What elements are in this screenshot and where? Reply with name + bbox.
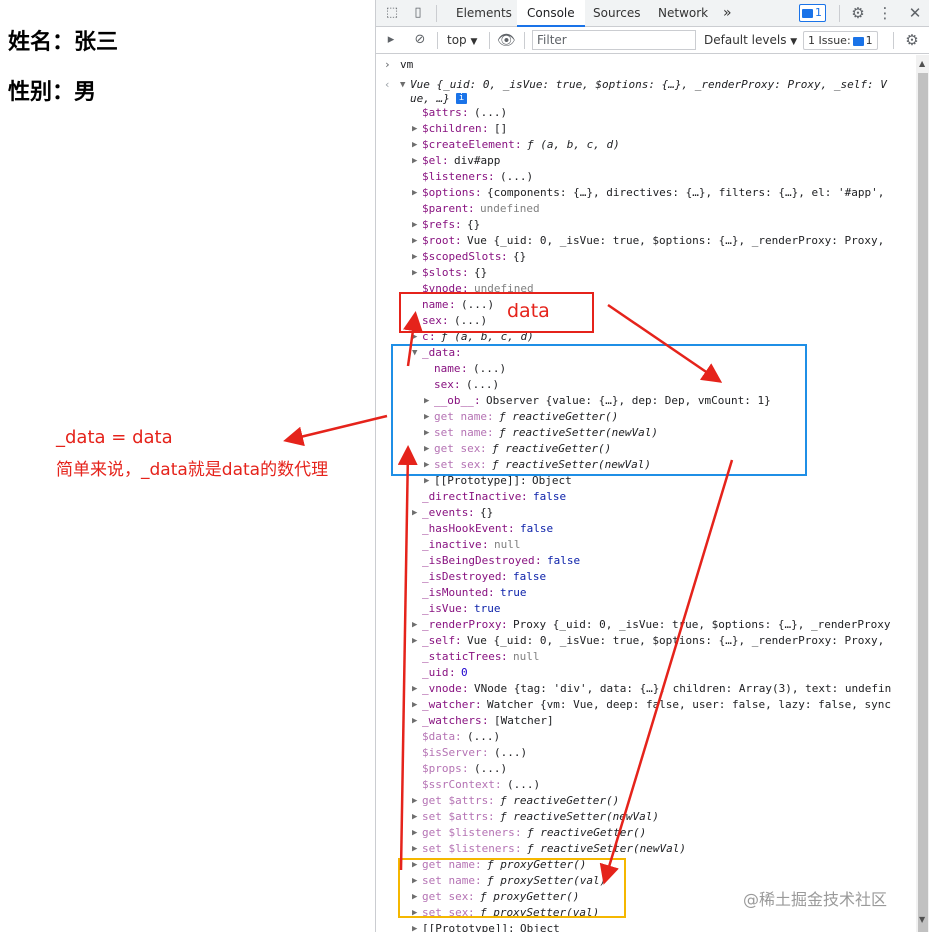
arrow-to-equation bbox=[283, 414, 388, 447]
arrow-up-to-name bbox=[403, 311, 423, 367]
annotation-arrows bbox=[283, 303, 734, 885]
arrow-data-to-_data bbox=[607, 303, 723, 383]
watermark: @稀土掘金技术社区 bbox=[743, 890, 888, 909]
arrow-down-to-proxy bbox=[599, 459, 734, 885]
arrow-proxy-up bbox=[397, 445, 418, 871]
